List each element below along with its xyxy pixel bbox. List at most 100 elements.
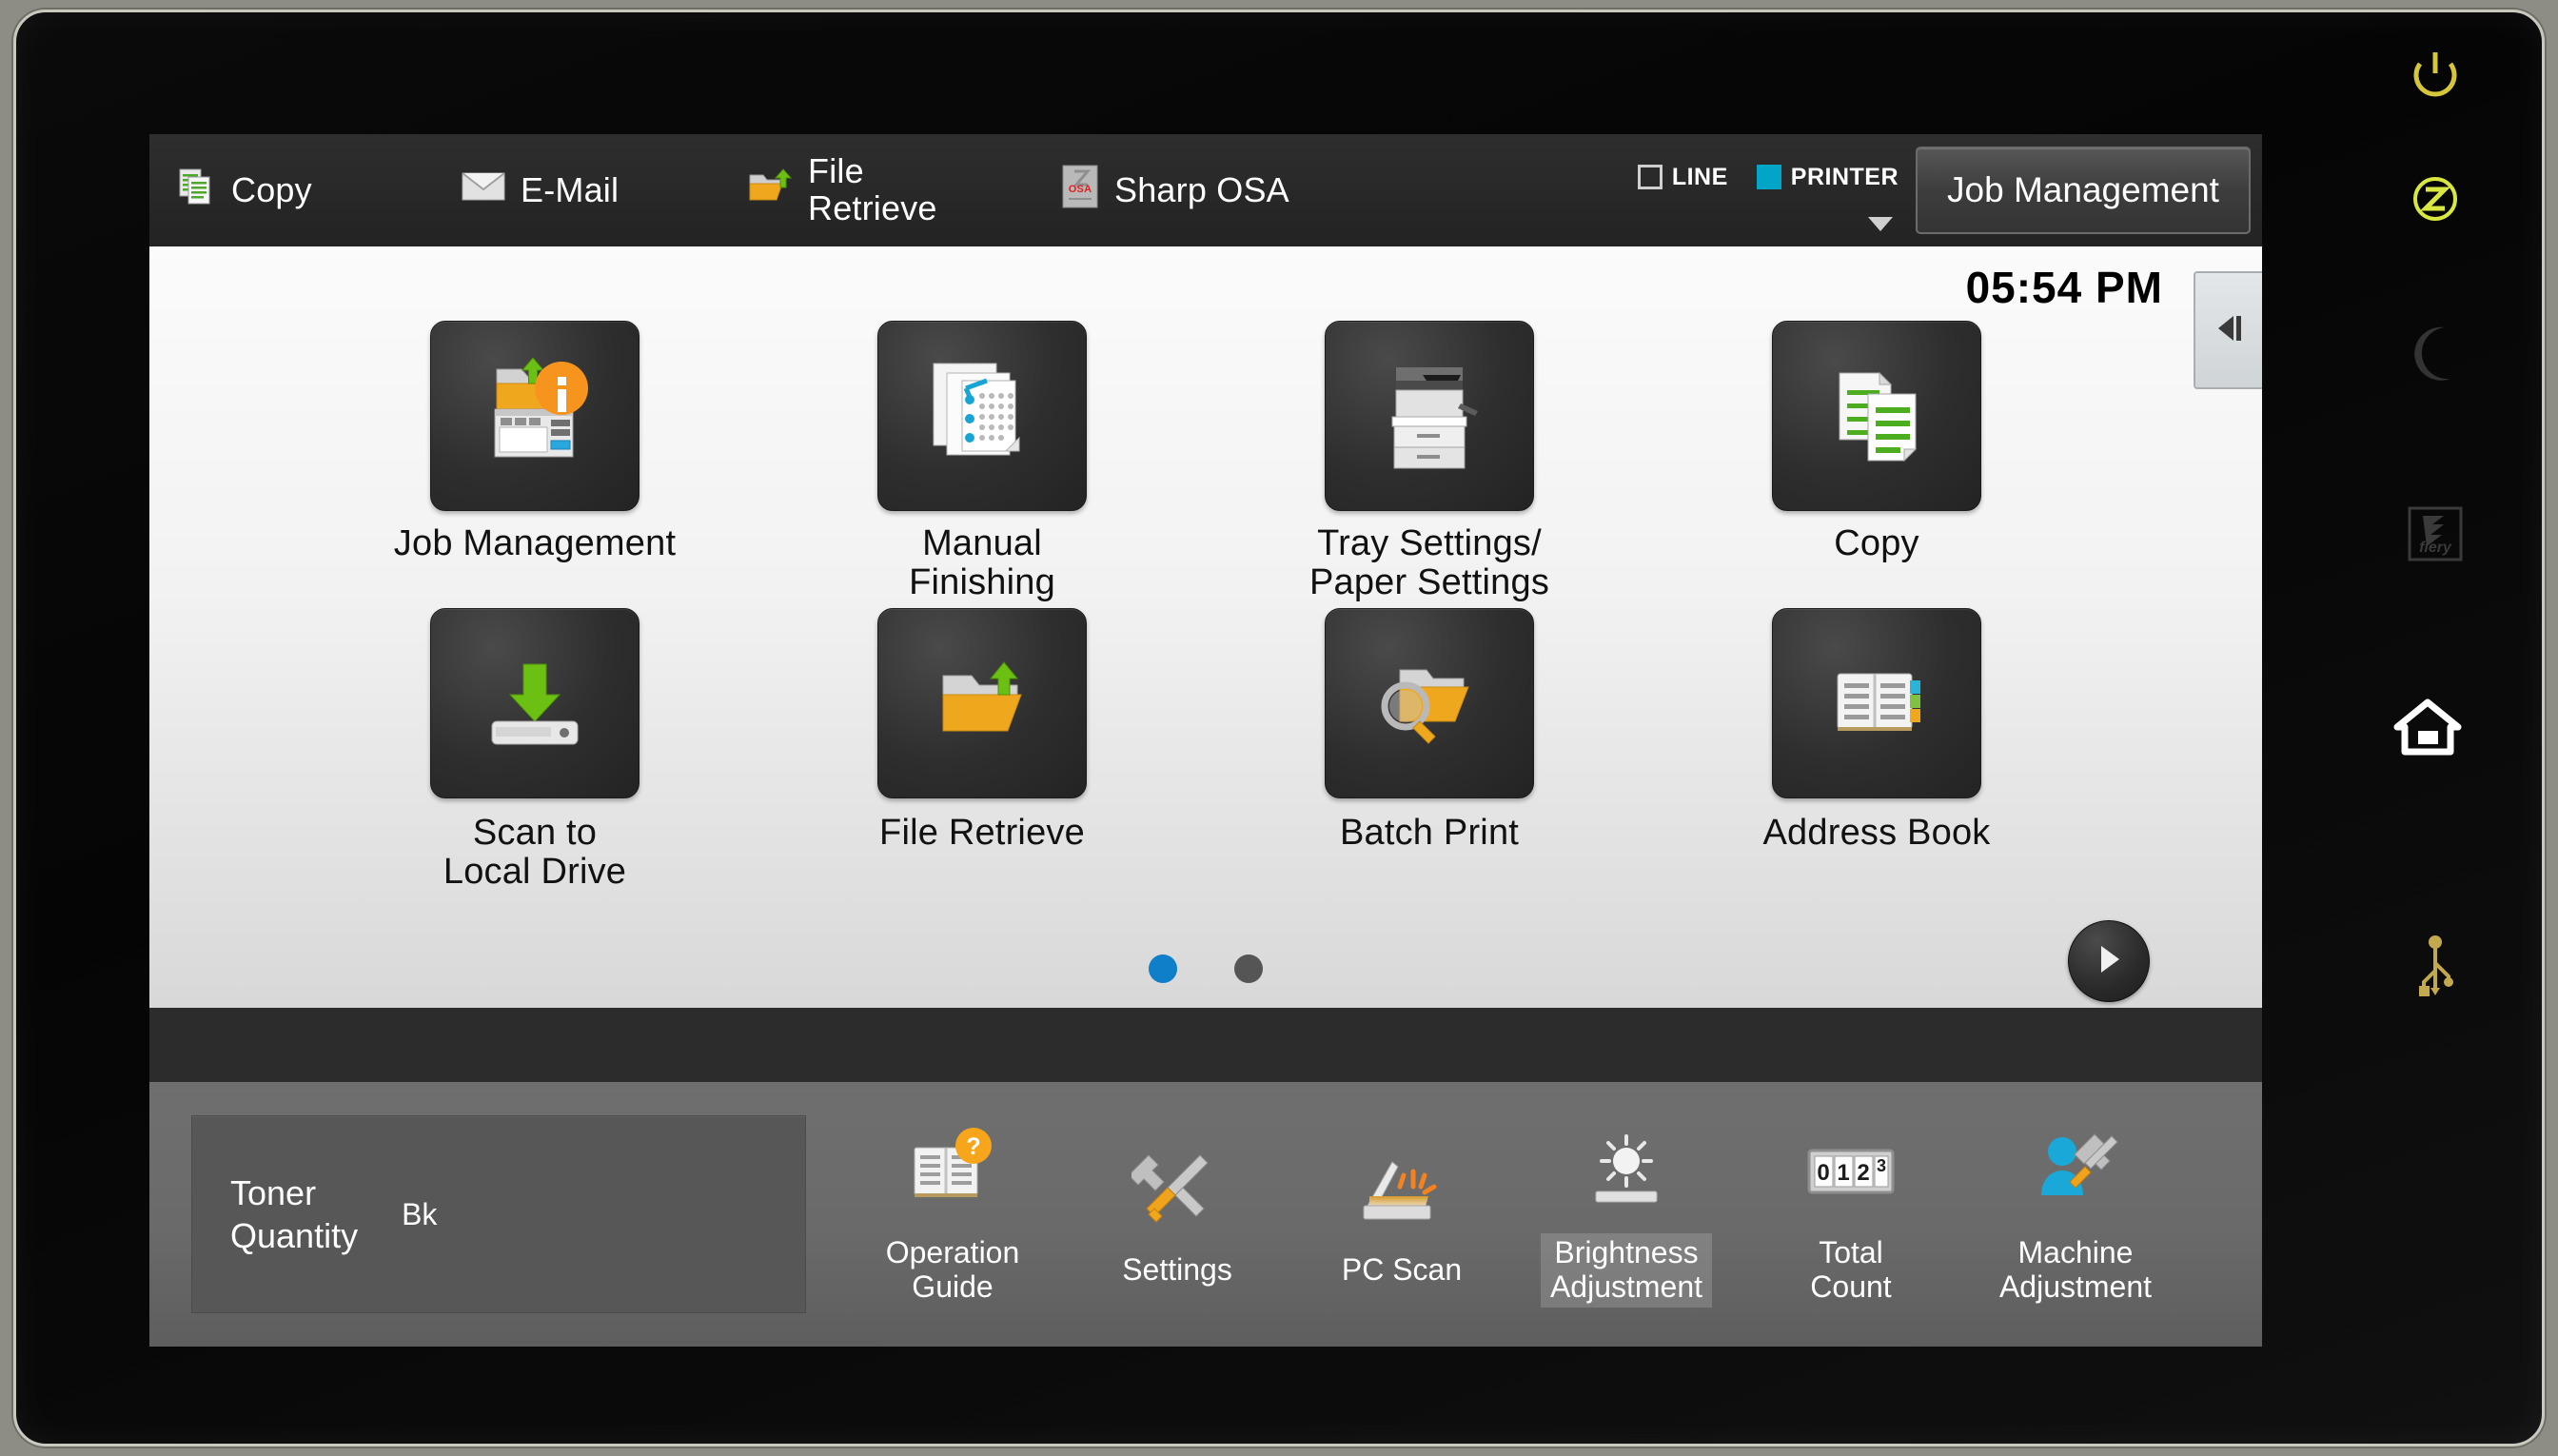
page-indicator (149, 954, 2262, 983)
app-label-line1: Tray Settings/ (1317, 523, 1542, 563)
app-tile (1772, 321, 1981, 511)
usb-icon (2410, 935, 2460, 1010)
app-tile (1772, 608, 1981, 798)
app-file-retrieve[interactable]: File Retrieve (758, 608, 1206, 892)
app-batch-print[interactable]: Batch Print (1206, 608, 1653, 892)
app-tile (430, 321, 640, 511)
header-tab-label-line1: File (808, 151, 864, 190)
page-dot-1[interactable] (1149, 954, 1177, 983)
toolbar-label-line2: Guide (912, 1269, 993, 1304)
machine-adjustment-icon (2026, 1121, 2125, 1224)
app-label-line1: File Retrieve (879, 813, 1085, 853)
hardware-key-sleep[interactable] (2397, 317, 2473, 393)
job-management-icon (468, 352, 601, 481)
status-indicator-cluster: LINE PRINTER (1638, 164, 1916, 218)
manual-finishing-icon (920, 352, 1044, 481)
app-label-line1: Address Book (1763, 813, 1991, 853)
operation-guide-icon: ? (905, 1121, 1000, 1224)
tray-settings-icon (1368, 352, 1491, 481)
toolbar-label-line1: Total (1819, 1235, 1883, 1269)
folder-upload-icon (747, 166, 793, 216)
app-label-line1: Batch Print (1340, 813, 1519, 853)
toolbar-operation-guide[interactable]: ? Operation Guide (840, 1115, 1065, 1313)
header-tab-label-line2: Retrieve (808, 188, 937, 227)
device-bezel: Copy E-Mail (13, 10, 2545, 1446)
svg-text:?: ? (966, 1133, 980, 1160)
hardware-key-energy-save[interactable] (2397, 163, 2473, 239)
hardware-key-power[interactable] (2397, 39, 2473, 115)
energy-save-icon (2410, 174, 2460, 228)
bottom-toolbar: Toner Quantity Bk (149, 1082, 2262, 1347)
next-page-button[interactable] (2068, 920, 2150, 1002)
app-tile (430, 608, 640, 798)
app-scan-to-local-drive[interactable]: Scan to Local Drive (311, 608, 758, 892)
svg-text:fiery: fiery (2419, 540, 2452, 556)
collapse-left-icon (2211, 312, 2247, 349)
batch-print-icon (1368, 639, 1491, 768)
app-label-line2: Paper Settings (1309, 562, 1549, 602)
toner-title-line1: Toner (230, 1173, 316, 1212)
total-count-icon: 0 1 2 3 (1801, 1121, 1900, 1224)
address-book-icon (1815, 639, 1938, 768)
svg-text:2: 2 (1857, 1160, 1869, 1186)
toolbar-label-line1: PC Scan (1342, 1252, 1462, 1287)
app-tray-settings[interactable]: Tray Settings/ Paper Settings (1206, 321, 1653, 602)
app-label-line1: Copy (1834, 523, 1919, 563)
toolbar-total-count[interactable]: 0 1 2 3 Total Count (1739, 1115, 1963, 1313)
toolbar-machine-adjustment[interactable]: Machine Adjustment (1963, 1115, 2188, 1313)
copy-icon (1815, 352, 1938, 481)
status-indicator-line: LINE (1638, 164, 1728, 191)
app-address-book[interactable]: Address Book (1653, 608, 2100, 892)
toolbar-label-line2: Adjustment (1999, 1269, 2152, 1304)
toner-bar-track (454, 1208, 675, 1222)
power-icon (2410, 49, 2460, 107)
toolbar-label-line2: Adjustment (1550, 1269, 1702, 1304)
settings-tools-icon (1131, 1138, 1223, 1241)
printer-status-label: PRINTER (1791, 164, 1899, 191)
page-dot-2[interactable] (1234, 954, 1263, 983)
app-tile (877, 608, 1087, 798)
toolbar-label-line2: Count (1810, 1269, 1891, 1304)
pc-scan-icon (1354, 1138, 1449, 1241)
status-indicator-printer: PRINTER (1757, 164, 1899, 191)
app-copy[interactable]: Copy (1653, 321, 2100, 602)
toolbar-brightness-adjustment[interactable]: Brightness Adjustment (1514, 1115, 1739, 1313)
toner-key-label: Bk (402, 1197, 437, 1232)
fiery-logo-icon: fiery (2408, 506, 2463, 566)
app-manual-finishing[interactable]: Manual Finishing (758, 321, 1206, 602)
chevron-down-icon[interactable] (1868, 217, 1893, 231)
header-tab-email[interactable]: E-Mail (435, 134, 720, 246)
printer-status-box (1757, 165, 1781, 189)
hardware-key-home[interactable] (2382, 688, 2473, 770)
hardware-key-usb[interactable] (2397, 926, 2473, 1017)
svg-text:1: 1 (1837, 1160, 1849, 1186)
file-retrieve-icon (920, 639, 1044, 768)
moon-icon (2409, 324, 2462, 387)
toolbar-settings[interactable]: Settings (1065, 1115, 1289, 1313)
app-label-line1: Job Management (394, 523, 676, 563)
toolbar-label-line1: Brightness (1554, 1235, 1698, 1269)
app-job-management[interactable]: Job Management (311, 321, 758, 602)
toner-quantity-panel: Toner Quantity Bk (191, 1115, 806, 1313)
envelope-icon (462, 170, 505, 211)
svg-text:3: 3 (1877, 1156, 1886, 1175)
toolbar-label-line1: Operation (886, 1235, 1020, 1269)
home-screen-workspace: 05:54 PM (149, 246, 2262, 1008)
brightness-icon (1581, 1121, 1672, 1224)
play-triangle-icon (2093, 941, 2125, 982)
touch-panel: Copy E-Mail (149, 134, 2262, 1347)
line-status-box (1638, 165, 1663, 189)
toner-title-line2: Quantity (230, 1216, 358, 1255)
job-management-button[interactable]: Job Management (1916, 147, 2251, 234)
panel-collapse-tab[interactable] (2194, 271, 2262, 389)
line-status-label: LINE (1672, 164, 1728, 191)
home-icon (2393, 697, 2462, 762)
toolbar-label-line1: Machine (2018, 1235, 2134, 1269)
toolbar-pc-scan[interactable]: PC Scan (1289, 1115, 1514, 1313)
toner-gauge: Bk (402, 1197, 675, 1232)
header-tab-sharp-osa[interactable]: OSA Sharp OSA (1034, 134, 1348, 246)
header-tab-copy[interactable]: Copy (149, 134, 435, 246)
hardware-key-fiery[interactable]: fiery (2397, 498, 2473, 574)
toolbar-label-line1: Settings (1122, 1252, 1232, 1287)
header-tab-file-retrieve[interactable]: File Retrieve (720, 134, 1034, 246)
